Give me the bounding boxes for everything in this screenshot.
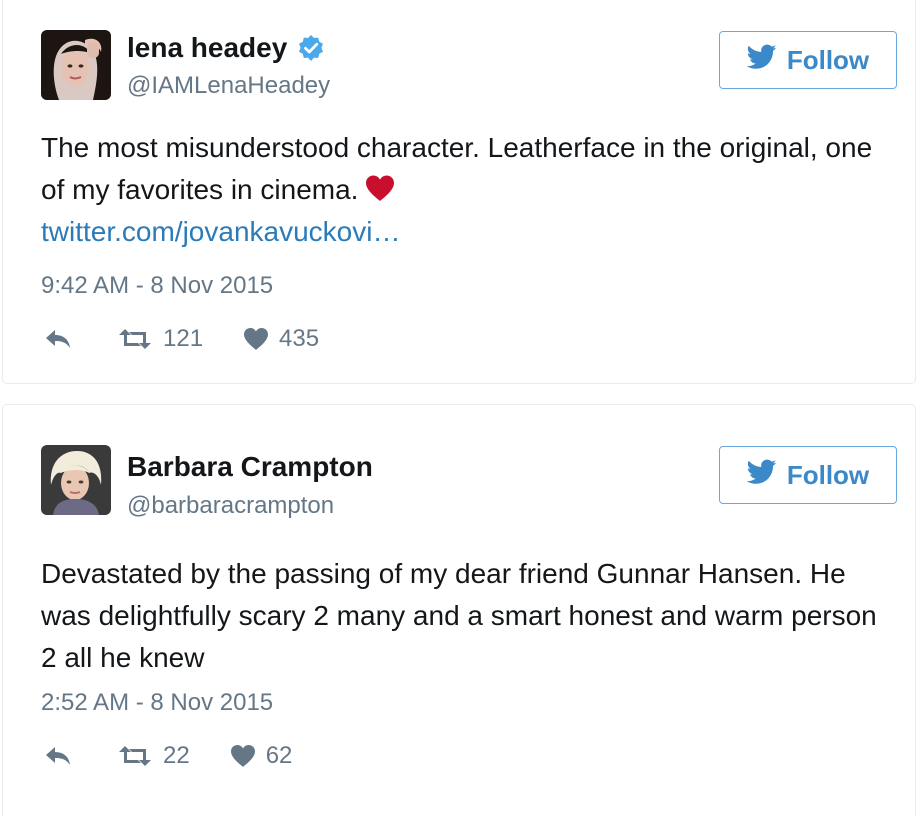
retweet-count: 121 bbox=[163, 325, 204, 352]
retweet-icon bbox=[117, 745, 153, 767]
reply-button[interactable] bbox=[43, 745, 73, 767]
follow-button-label: Follow bbox=[786, 459, 870, 490]
like-button[interactable]: 435 bbox=[243, 325, 319, 353]
author-name-row: Barbara Crampton bbox=[127, 450, 373, 484]
like-button[interactable]: 62 bbox=[230, 742, 293, 770]
tweet-timestamp[interactable]: 9:42 AM - 8 Nov 2015 bbox=[41, 271, 273, 301]
like-count: 62 bbox=[265, 742, 293, 769]
author-display-name[interactable]: lena headey bbox=[127, 31, 287, 65]
tweet-timestamp[interactable]: 2:52 AM - 8 Nov 2015 bbox=[41, 688, 273, 718]
retweet-count: 22 bbox=[163, 742, 190, 769]
follow-button-label: Follow bbox=[786, 44, 870, 75]
author-handle[interactable]: @barbaracrampton bbox=[127, 491, 334, 521]
twitter-bird-icon bbox=[746, 459, 787, 492]
verified-badge-icon bbox=[297, 34, 325, 62]
tweet-card: lena headey @IAMLenaHeadey Follow The mo… bbox=[2, 0, 916, 384]
tweet-actions: 22 62 bbox=[43, 742, 292, 770]
reply-icon bbox=[43, 745, 73, 767]
retweet-icon bbox=[117, 328, 153, 350]
retweet-button[interactable]: 121 bbox=[117, 325, 203, 353]
avatar[interactable] bbox=[41, 445, 111, 515]
tweet-embed-page: lena headey @IAMLenaHeadey Follow The mo… bbox=[0, 0, 920, 816]
twitter-bird-icon bbox=[746, 44, 787, 77]
reply-icon bbox=[43, 328, 73, 350]
red-heart-emoji-icon bbox=[364, 172, 396, 201]
heart-icon bbox=[230, 744, 256, 768]
follow-button[interactable]: Follow bbox=[719, 31, 897, 89]
tweet-body: The most misunderstood character. Leathe… bbox=[41, 127, 885, 253]
tweet-link[interactable]: twitter.com/jovankavuckovi… bbox=[41, 211, 885, 253]
tweet-actions: 121 435 bbox=[43, 325, 319, 353]
tweet-text: The most misunderstood character. Leathe… bbox=[41, 132, 873, 205]
tweet-body: Devastated by the passing of my dear fri… bbox=[41, 553, 885, 679]
author-display-name[interactable]: Barbara Crampton bbox=[127, 450, 373, 484]
tweet-text: Devastated by the passing of my dear fri… bbox=[41, 558, 877, 673]
reply-button[interactable] bbox=[43, 328, 73, 350]
avatar[interactable] bbox=[41, 30, 111, 100]
like-count: 435 bbox=[279, 325, 320, 352]
author-name-row: lena headey bbox=[127, 31, 325, 65]
retweet-button[interactable]: 22 bbox=[117, 742, 190, 770]
follow-button[interactable]: Follow bbox=[719, 446, 897, 504]
tweet-card: Barbara Crampton @barbaracrampton Follow… bbox=[2, 404, 916, 816]
author-handle[interactable]: @IAMLenaHeadey bbox=[127, 71, 330, 101]
heart-icon bbox=[243, 327, 269, 351]
